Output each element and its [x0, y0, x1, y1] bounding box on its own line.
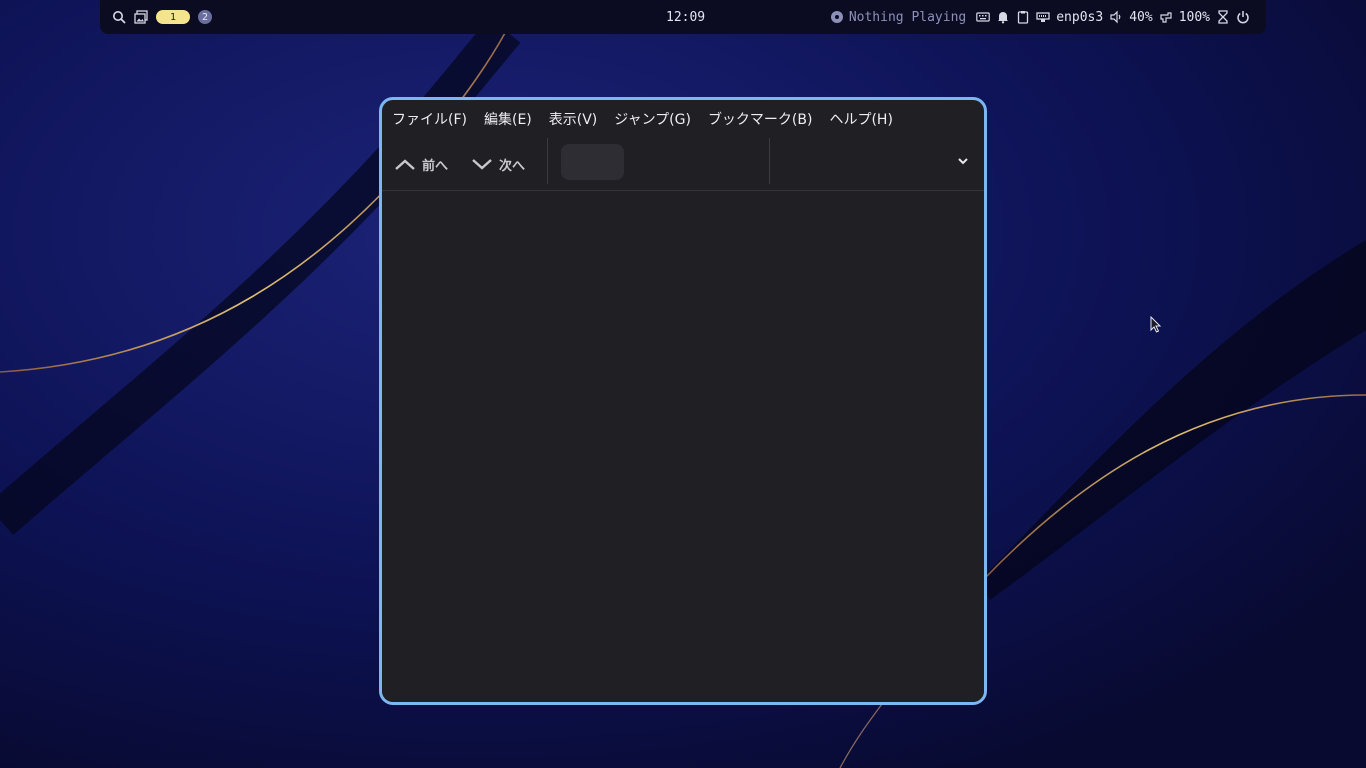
- ethernet-icon[interactable]: [1036, 10, 1050, 24]
- media-widget[interactable]: Nothing Playing: [830, 10, 966, 25]
- menu-bookmarks[interactable]: ブックマーク(B): [708, 109, 813, 129]
- mouse-cursor-icon: [1150, 316, 1162, 333]
- media-status-text: Nothing Playing: [848, 9, 967, 25]
- top-panel: 1 2 12:09 Nothing Playing enp0s3 40% 100…: [100, 0, 1266, 34]
- next-page-button[interactable]: 次へ: [471, 150, 525, 178]
- battery-icon[interactable]: [1159, 10, 1173, 24]
- dropdown-arrow-icon[interactable]: [956, 154, 970, 168]
- document-area[interactable]: [382, 191, 984, 702]
- keyboard-icon[interactable]: [976, 10, 991, 24]
- chevron-up-icon: [395, 159, 415, 170]
- document-viewer-window: ファイル(F) 編集(E) 表示(V) ジャンプ(G) ブックマーク(B) ヘル…: [379, 97, 987, 705]
- previous-page-label: 前へ: [422, 158, 449, 174]
- toolbar: 前へ 次へ: [382, 138, 984, 191]
- bell-icon[interactable]: [996, 10, 1010, 24]
- toolbar-separator: [769, 138, 770, 184]
- menu-bar: ファイル(F) 編集(E) 表示(V) ジャンプ(G) ブックマーク(B) ヘル…: [382, 100, 984, 138]
- volume-level[interactable]: 40%: [1129, 10, 1152, 25]
- workspace-1-button[interactable]: 1: [156, 10, 190, 24]
- topbar-right-group: Nothing Playing enp0s3 40% 100%: [830, 0, 1250, 34]
- gallery-icon[interactable]: [134, 10, 148, 24]
- battery-level[interactable]: 100%: [1179, 10, 1210, 25]
- menu-edit[interactable]: 編集(E): [484, 109, 532, 129]
- clipboard-icon[interactable]: [1016, 10, 1030, 24]
- chevron-down-icon: [472, 159, 492, 170]
- menu-view[interactable]: 表示(V): [549, 109, 598, 129]
- hourglass-icon[interactable]: [1216, 10, 1230, 24]
- toolbar-separator: [547, 138, 548, 184]
- next-page-label: 次へ: [499, 158, 526, 174]
- menu-file[interactable]: ファイル(F): [392, 109, 467, 129]
- volume-icon[interactable]: [1109, 10, 1123, 24]
- clock[interactable]: 12:09: [666, 0, 705, 34]
- workspace-2-button[interactable]: 2: [198, 10, 212, 24]
- network-name[interactable]: enp0s3: [1056, 10, 1103, 25]
- power-icon[interactable]: [1236, 10, 1250, 24]
- menu-go[interactable]: ジャンプ(G): [614, 109, 691, 129]
- search-icon[interactable]: [112, 10, 126, 24]
- previous-page-button[interactable]: 前へ: [394, 150, 448, 178]
- page-number-input[interactable]: [561, 144, 624, 180]
- menu-help[interactable]: ヘルプ(H): [829, 109, 892, 129]
- topbar-left-group: 1 2: [112, 0, 212, 34]
- media-icon: [830, 10, 844, 24]
